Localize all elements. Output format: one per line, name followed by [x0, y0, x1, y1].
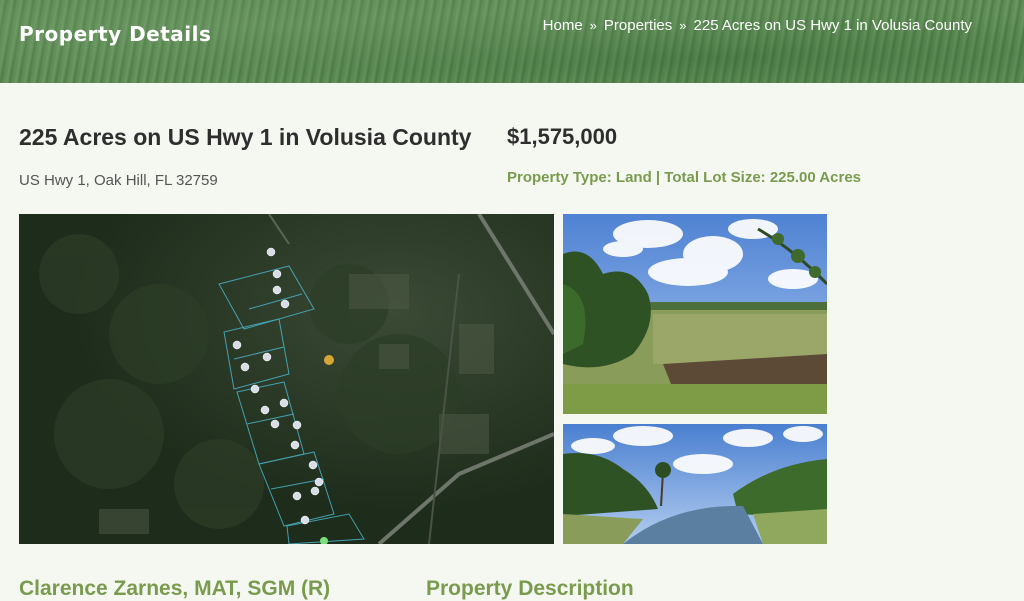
breadcrumb: Home » Properties » 225 Acres on US Hwy 1 in… [542, 17, 972, 34]
marsh-photo[interactable] [563, 214, 827, 414]
header-banner: Property Details Home » Properties » 225 Acr… [0, 0, 1024, 83]
property-address: US Hwy 1, Oak Hill, FL 32759 [19, 172, 218, 189]
aerial-map-image[interactable] [19, 214, 554, 544]
agent-name-heading: Clarence Zarnes, MAT, SGM (R) [19, 577, 331, 600]
breadcrumb-properties-link[interactable]: Properties [604, 17, 672, 34]
property-meta: Property Type: Land | Total Lot Size: 22… [507, 169, 862, 186]
breadcrumb-home-link[interactable]: Home [543, 17, 583, 34]
page-title: Property Details [19, 22, 212, 46]
breadcrumb-separator: » [679, 18, 687, 33]
property-title: 225 Acres on US Hwy 1 in Volusia County [19, 124, 472, 150]
breadcrumb-current: 225 Acres on US Hwy 1 in Volusia County [693, 17, 972, 34]
river-photo[interactable] [563, 424, 827, 544]
breadcrumb-separator: » [589, 18, 597, 33]
property-description-heading: Property Description [426, 577, 634, 600]
property-price: $1,575,000 [507, 124, 618, 149]
